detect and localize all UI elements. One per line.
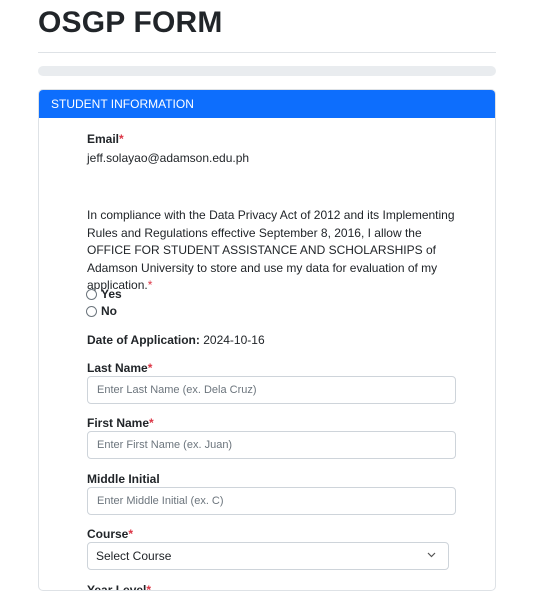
required-mark: *	[147, 278, 153, 292]
consent-no-option[interactable]: No	[86, 304, 117, 318]
middle-initial-label: Middle Initial	[87, 472, 160, 486]
course-select[interactable]: Select Course	[87, 542, 449, 570]
card-header: STUDENT INFORMATION	[39, 90, 495, 118]
date-of-application: Date of Application: 2024-10-16	[87, 333, 265, 347]
middle-initial-input[interactable]	[87, 487, 456, 515]
consent-no-label[interactable]: No	[101, 304, 117, 318]
page-title: OSGP FORM	[38, 6, 223, 39]
required-mark: *	[128, 527, 134, 541]
progress-bar	[38, 66, 496, 76]
required-mark: *	[147, 361, 153, 375]
student-information-card: STUDENT INFORMATION Email* jeff.solayao@…	[38, 89, 496, 591]
consent-text: In compliance with the Data Privacy Act …	[87, 208, 455, 292]
year-level-label: Year Level*	[87, 583, 152, 591]
last-name-label: Last Name*	[87, 361, 152, 375]
course-selected-value: Select Course	[96, 549, 172, 563]
required-mark: *	[149, 416, 154, 430]
date-of-application-value: 2024-10-16	[203, 333, 265, 347]
consent-no-radio[interactable]	[86, 305, 97, 317]
email-label-text: Email	[87, 132, 120, 146]
required-mark: *	[146, 583, 152, 591]
last-name-label-text: Last Name	[87, 361, 148, 375]
email-label: Email*	[87, 132, 124, 146]
last-name-input[interactable]	[87, 376, 456, 404]
consent-yes-option[interactable]: Yes	[86, 287, 122, 301]
email-value: jeff.solayao@adamson.edu.ph	[87, 151, 250, 165]
chevron-down-icon	[427, 552, 436, 558]
first-name-label-text: First Name	[87, 416, 150, 430]
course-label-text: Course	[87, 527, 129, 541]
consent-yes-radio[interactable]	[86, 288, 97, 300]
first-name-label: First Name*	[87, 416, 154, 430]
course-label: Course*	[87, 527, 133, 541]
privacy-consent-text: In compliance with the Data Privacy Act …	[87, 207, 457, 295]
first-name-input[interactable]	[87, 431, 456, 459]
title-divider	[38, 52, 496, 53]
date-of-application-label: Date of Application:	[87, 333, 200, 347]
consent-yes-label[interactable]: Yes	[101, 287, 122, 301]
year-level-label-text: Year Level	[87, 583, 147, 591]
required-mark: *	[119, 132, 124, 146]
